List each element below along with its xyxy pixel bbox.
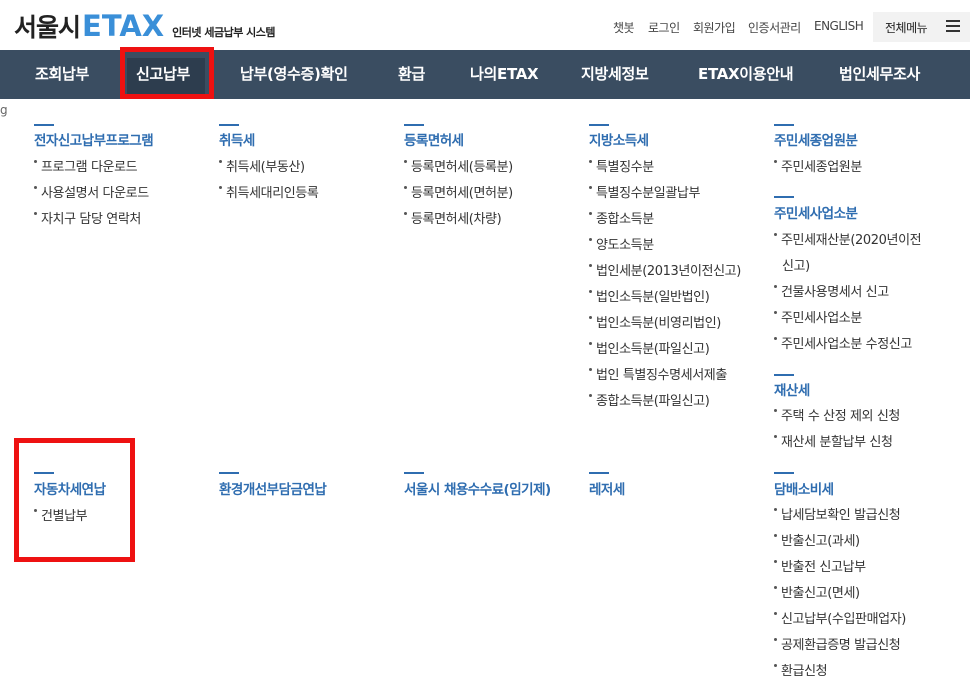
menu-link-export-taxable[interactable]: 반출신고(과세) [774, 530, 860, 549]
menu-link-manual-download[interactable]: 사용설명서 다운로드 [34, 182, 149, 201]
menu-link-deduction-refund-cert[interactable]: 공제환급증명 발급신청 [774, 634, 901, 653]
menu-title-acquisition-tax[interactable]: 취득세 [219, 129, 255, 149]
title-bar [774, 124, 794, 126]
english-link[interactable]: ENGLISH [814, 19, 864, 33]
menu-link-withholding[interactable]: 특별징수분 [589, 156, 654, 175]
menu-link-corporate-general[interactable]: 법인소득분(일반법인) [589, 286, 710, 305]
menu-link-corporate-pre2013[interactable]: 법인세분(2013년이전신고) [589, 260, 741, 279]
menu-link-district-contact[interactable]: 자치구 담당 연락처 [34, 208, 141, 227]
certificate-link[interactable]: 인증서관리 [748, 19, 801, 36]
title-bar [219, 124, 239, 126]
nav-item-local-tax-info[interactable]: 지방세정보 [581, 50, 649, 99]
title-bar [34, 124, 54, 126]
menu-title-registration-tax[interactable]: 등록면허세 [404, 129, 464, 149]
logo-etax-text: ETAX [82, 9, 165, 43]
menu-link-registration-vehicle[interactable]: 등록면허세(차량) [404, 208, 502, 227]
menu-title-local-income-tax[interactable]: 지방소득세 [589, 129, 649, 149]
title-bar [589, 124, 609, 126]
menu-link-acquisition-realestate[interactable]: 취득세(부동산) [219, 156, 305, 175]
menu-title-e-filing[interactable]: 전자신고납부프로그램 [34, 129, 154, 149]
nav-item-corporate-audit[interactable]: 법인세무조사 [839, 50, 920, 99]
nav-item-inquiry-payment[interactable]: 조회납부 [35, 50, 89, 99]
menu-title-employment-fee[interactable]: 서울시 채용수수료(임기제) [404, 478, 551, 498]
menu-link-collateral-cert[interactable]: 납세담보확인 발급신청 [774, 504, 901, 523]
title-bar [774, 472, 794, 474]
menu-title-resident-business[interactable]: 주민세사업소분 [774, 202, 858, 222]
chatbot-link[interactable]: 챗봇 [613, 19, 635, 36]
nav-item-receipt-check[interactable]: 납부(영수증)확인 [240, 50, 348, 99]
menu-link-global-income[interactable]: 종합소득분 [589, 208, 654, 227]
menu-link-corporate-nonprofit[interactable]: 법인소득분(비영리법인) [589, 312, 721, 331]
highlight-box-nav [120, 47, 214, 99]
all-menu-label: 전체메뉴 [885, 21, 928, 35]
menu-title-property-tax[interactable]: 재산세 [774, 379, 810, 399]
site-header: 서울시 ETAX 인터넷 세금납부 시스템 챗봇 로그인 회원가입 인증서관리 … [0, 0, 970, 50]
nav-item-etax-guide[interactable]: ETAX이용안내 [698, 50, 794, 99]
title-bar [774, 196, 794, 198]
edge-fragment: g [0, 103, 8, 117]
title-bar [219, 472, 239, 474]
menu-link-resident-employee[interactable]: 주민세종업원분 [774, 156, 862, 175]
menu-link-export-exempt[interactable]: 반출신고(면세) [774, 582, 860, 601]
title-bar [774, 374, 794, 376]
logo-subtitle: 인터넷 세금납부 시스템 [172, 26, 276, 39]
menu-link-pre-export-filing[interactable]: 반출전 신고납부 [774, 556, 866, 575]
menu-link-program-download[interactable]: 프로그램 다운로드 [34, 156, 138, 175]
menu-link-importer-filing[interactable]: 신고납부(수입판매업자) [774, 608, 906, 627]
hamburger-icon [946, 20, 960, 32]
menu-link-refund-request[interactable]: 환급신청 [774, 660, 828, 679]
signup-link[interactable]: 회원가입 [693, 19, 736, 36]
menu-link-withholding-bulk[interactable]: 특별징수분일괄납부 [589, 182, 700, 201]
menu-link-registration-license[interactable]: 등록면허세(면허분) [404, 182, 513, 201]
site-logo[interactable]: 서울시 ETAX 인터넷 세금납부 시스템 [14, 8, 276, 44]
menu-link-resident-property-pre2020[interactable]: 주민세재산분(2020년이전 [774, 229, 922, 248]
menu-title-environment-charge[interactable]: 환경개선부담금연납 [219, 478, 327, 498]
login-link[interactable]: 로그인 [648, 19, 680, 36]
nav-item-my-etax[interactable]: 나의ETAX [470, 50, 539, 99]
menu-link-resident-business-amend[interactable]: 주민세사업소분 수정신고 [774, 333, 912, 352]
menu-link-corporate-file[interactable]: 법인소득분(파일신고) [589, 338, 710, 357]
menu-link-house-count-exclusion[interactable]: 주택 수 산정 제외 신청 [774, 405, 900, 424]
title-bar [589, 472, 609, 474]
title-bar [404, 472, 424, 474]
nav-item-refund[interactable]: 환급 [398, 50, 425, 99]
menu-title-tobacco-tax[interactable]: 담배소비세 [774, 478, 834, 498]
menu-link-resident-property-pre2020-cont[interactable]: 신고) [782, 255, 810, 274]
menu-link-resident-business[interactable]: 주민세사업소분 [774, 307, 862, 326]
highlight-box-vehicle [14, 438, 135, 562]
menu-link-corporate-withholding-statement[interactable]: 법인 특별징수명세서제출 [589, 364, 727, 383]
menu-link-property-installment[interactable]: 재산세 분할납부 신청 [774, 431, 893, 450]
menu-link-building-usage[interactable]: 건물사용명세서 신고 [774, 281, 889, 300]
menu-title-leisure-tax[interactable]: 레저세 [589, 478, 625, 498]
menu-link-acquisition-agent[interactable]: 취득세대리인등록 [219, 182, 319, 201]
menu-link-capital-gains[interactable]: 양도소득분 [589, 234, 654, 253]
menu-link-registration-register[interactable]: 등록면허세(등록분) [404, 156, 513, 175]
menu-link-global-income-file[interactable]: 종합소득분(파일신고) [589, 390, 710, 409]
logo-seoul-text: 서울시 [14, 13, 81, 42]
title-bar [404, 124, 424, 126]
menu-title-resident-employee[interactable]: 주민세종업원분 [774, 129, 858, 149]
all-menu-button[interactable]: 전체메뉴 [873, 12, 970, 42]
